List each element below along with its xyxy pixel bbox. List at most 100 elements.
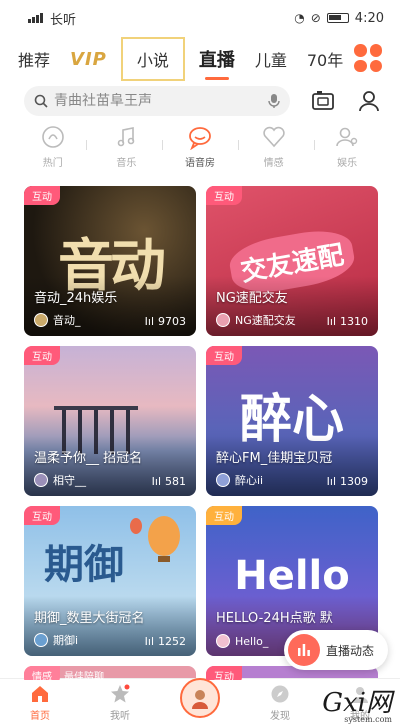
host-name: 相守__: [53, 474, 86, 487]
cover-art-text: Hello: [234, 553, 350, 599]
host-info: NG速配交友: [216, 312, 296, 328]
equalizer-icon: Ⅰıl: [151, 475, 161, 488]
category-tabs: 推荐 VIP 小说 直播 儿童 70年: [0, 36, 400, 82]
home-icon: [32, 686, 48, 702]
listener-count: Ⅰıl 1252: [145, 635, 186, 648]
live-room-card[interactable]: 互动 温柔予你__ 招冠名 相守__ Ⅰıl 581: [24, 346, 196, 496]
divider: [238, 140, 239, 150]
listener-number: 1252: [158, 635, 186, 648]
nav-listen[interactable]: 我听: [88, 683, 152, 722]
host-info: 相守__: [34, 472, 86, 488]
sub-tab-emotion[interactable]: 情感: [248, 124, 300, 169]
listener-count: Ⅰıl 1310: [327, 315, 368, 328]
user-mic-icon: [336, 127, 358, 147]
avatar: [216, 313, 230, 327]
nav-discover[interactable]: 发现: [248, 683, 312, 722]
host-info: Hello_: [216, 634, 268, 648]
nav-label: 首页: [30, 711, 50, 722]
sub-tab-hot[interactable]: 热门: [27, 124, 79, 169]
tab-70s[interactable]: 70年: [307, 47, 343, 71]
interactive-badge: 互动: [206, 666, 242, 680]
room-title: 醉心FM_佳期宝贝冠: [216, 451, 333, 466]
sub-tab-label: 语音房: [184, 158, 215, 169]
tab-kids[interactable]: 儿童: [255, 47, 287, 71]
music-note-icon: [118, 127, 135, 147]
watermark-main: Gxi网: [322, 688, 392, 718]
room-title: NG速配交友: [216, 291, 288, 306]
divider: [314, 140, 315, 150]
tab-live[interactable]: 直播: [199, 46, 235, 80]
nav-home[interactable]: 首页: [8, 683, 72, 722]
interactive-badge: 互动: [24, 506, 60, 525]
listener-number: 1309: [340, 475, 368, 488]
clock: 4:20: [354, 10, 384, 26]
live-room-card[interactable]: 期御 互动 期御_数里大街冠名 期御i Ⅰıl 1252: [24, 506, 196, 656]
site-watermark: Gxi网 system.com: [322, 682, 392, 724]
sub-tab-label: 情感: [263, 158, 284, 169]
host-name: 醉心ii: [235, 474, 264, 487]
search-input[interactable]: [54, 93, 268, 109]
listener-count: Ⅰıl 1309: [327, 475, 368, 488]
compass-icon: [271, 685, 289, 703]
heart-icon: [262, 126, 285, 148]
equalizer-icon: Ⅰıl: [144, 315, 154, 328]
live-dynamics-label: 直播动态: [326, 643, 375, 658]
live-room-card[interactable]: 交友速配 互动 NG速配交友 NG速配交友 Ⅰıl 1310: [206, 186, 378, 336]
search-icon: [34, 94, 48, 108]
center-avatar-icon: [180, 677, 220, 718]
interactive-badge: 互动: [24, 186, 60, 205]
host-name: NG速配交友: [235, 314, 296, 327]
host-name: 期御i: [53, 634, 79, 647]
host-name: Hello_: [235, 634, 269, 648]
user-profile-icon[interactable]: [356, 88, 382, 114]
tab-novel[interactable]: 小说: [120, 37, 185, 81]
live-dynamics-button[interactable]: 直播动态: [284, 630, 388, 670]
sub-tab-music[interactable]: 音乐: [100, 124, 152, 169]
listener-count: Ⅰıl 9703: [145, 315, 186, 328]
sub-tab-label: 热门: [42, 158, 63, 169]
status-bar: 长听 ◔ ⊘ 4:20: [0, 0, 400, 36]
emotion-badge: 情感: [24, 666, 60, 680]
sub-tab-voice-room[interactable]: 语音房: [174, 124, 226, 169]
room-title: 音动_24h娱乐: [34, 291, 118, 306]
live-room-card[interactable]: 音动 互动 音动_24h娱乐 音动_ Ⅰıl 9703: [24, 186, 196, 336]
host-info: 音动_: [34, 312, 81, 328]
camera-live-icon[interactable]: [310, 88, 336, 114]
avatar: [34, 473, 48, 487]
room-title: HELLO-24H点歌 默: [216, 611, 333, 626]
listener-count: Ⅰıl 581: [152, 475, 186, 488]
listener-number: 1310: [340, 315, 368, 328]
star-icon: [111, 684, 130, 703]
status-left: 长听: [28, 9, 76, 28]
avatar: [34, 633, 48, 647]
live-room-grid: 音动 互动 音动_24h娱乐 音动_ Ⅰıl 9703 交友速配 互动 NG速配交…: [0, 186, 400, 680]
tab-recommend[interactable]: 推荐: [18, 47, 50, 71]
flame-icon: [41, 126, 64, 148]
interactive-badge: 互动: [24, 346, 60, 365]
battery-icon: [326, 13, 349, 23]
nav-center-player[interactable]: [168, 677, 232, 718]
avatar: [216, 634, 230, 648]
avatar: [216, 473, 230, 487]
divider: [86, 140, 87, 150]
sub-tab-entertainment[interactable]: 娱乐: [321, 124, 373, 169]
tab-vip[interactable]: VIP: [70, 49, 107, 70]
sub-tab-label: 音乐: [116, 158, 137, 169]
room-title: 最佳陪聊: [64, 672, 104, 680]
live-room-card[interactable]: 醉心 互动 醉心FM_佳期宝贝冠 醉心ii Ⅰıl 1309: [206, 346, 378, 496]
equalizer-icon: Ⅰıl: [326, 475, 336, 488]
wifi-icon: ◔: [294, 11, 305, 25]
room-title: 期御_数里大街冠名: [34, 611, 145, 626]
microphone-icon[interactable]: [268, 93, 280, 109]
interactive-badge: 互动: [206, 346, 242, 365]
mute-icon: ⊘: [310, 11, 321, 25]
signal-icon: [28, 13, 44, 23]
status-right: ◔ ⊘ 4:20: [294, 11, 384, 26]
more-categories-icon[interactable]: [354, 44, 382, 72]
interactive-badge: 互动: [206, 506, 242, 525]
room-title: 温柔予你__ 招冠名: [34, 451, 143, 466]
chat-bubble-icon: [189, 127, 211, 150]
carrier-label: 长听: [50, 12, 77, 28]
nav-label: 发现: [270, 711, 290, 722]
interactive-badge: 互动: [206, 186, 242, 205]
